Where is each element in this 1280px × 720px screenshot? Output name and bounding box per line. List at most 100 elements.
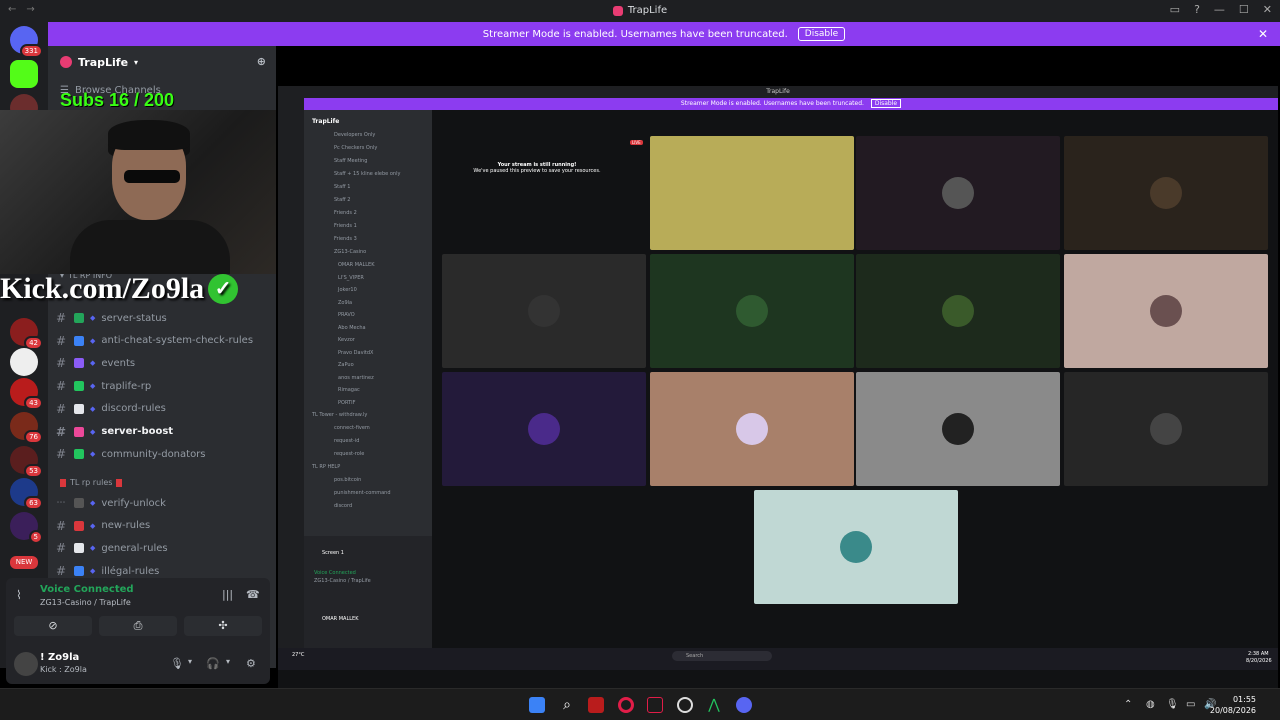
app-icon[interactable]: ⋀ — [706, 697, 722, 713]
diamond-icon: ◆ — [90, 544, 96, 553]
maximize-button[interactable]: ☐ — [1239, 3, 1249, 16]
sunglasses — [124, 170, 180, 183]
close-window-button[interactable]: ✕ — [1263, 3, 1272, 16]
headphones-icon[interactable]: 🎧 — [206, 657, 220, 670]
webcam-person-hair — [108, 120, 190, 150]
hash-icon: # — [55, 379, 67, 394]
mic-icon[interactable]: 🎙 — [170, 657, 184, 670]
network-icon[interactable]: ▭ — [1186, 699, 1195, 710]
channel-item[interactable]: # ◆ general-rules — [54, 538, 270, 558]
rules-emoji-icon — [116, 478, 123, 487]
discord-taskbar-icon[interactable] — [736, 697, 752, 713]
webcam-person-body — [70, 220, 230, 274]
avatar — [942, 177, 974, 209]
channel-emoji-icon — [74, 498, 84, 508]
streamer-mode-banner: Streamer Mode is enabled. Usernames have… — [48, 22, 1280, 46]
stream-preview-area: TrapLife Streamer Mode is enabled. Usern… — [276, 46, 1280, 696]
opera-gx-icon[interactable] — [618, 697, 634, 713]
capture-banner-text: Streamer Mode is enabled. Usernames have… — [680, 100, 864, 107]
channel-label: server-status — [101, 312, 167, 324]
avatar — [942, 413, 974, 445]
capture-voice-panel: Screen 1 Voice Connected ZG13-Casino / T… — [304, 536, 432, 648]
capture-channel-item: Friends 2 — [334, 210, 357, 216]
avatar — [1150, 177, 1182, 209]
camera-off-button[interactable]: ⊘ — [14, 616, 92, 636]
close-banner-icon[interactable]: ✕ — [1258, 27, 1268, 41]
channel-item[interactable]: # ◆ traplife-rp — [54, 376, 270, 396]
inbox-icon[interactable]: ▭ — [1170, 3, 1180, 16]
start-button-icon[interactable] — [529, 697, 545, 713]
channel-item[interactable]: # ◆ server-boost — [54, 422, 270, 442]
server-icon[interactable]: 5 — [10, 512, 43, 544]
signal-icon[interactable]: ⌇ — [16, 588, 32, 604]
server-icon[interactable]: 43 — [10, 378, 43, 410]
hash-icon: # — [55, 311, 67, 325]
video-tile — [856, 136, 1060, 250]
voice-connected-status[interactable]: Voice Connected — [40, 584, 134, 595]
verified-check-icon: ✓ — [208, 274, 239, 304]
capture-member-item: Joker10 — [338, 287, 357, 293]
unread-badge: 63 — [24, 496, 43, 510]
capture-member-item: Rimagac — [338, 387, 360, 393]
noise-suppression-icon[interactable]: ||| — [222, 588, 233, 601]
avatar — [528, 295, 560, 327]
avatar — [736, 295, 768, 327]
category-tl-rp-rules[interactable]: TL rp rules — [60, 478, 123, 487]
minimize-button[interactable]: — — [1214, 3, 1225, 16]
capture-server-name: TrapLife — [312, 118, 340, 125]
channel-item[interactable]: # ◆ new-rules — [54, 516, 270, 536]
avatar — [1150, 295, 1182, 327]
app-icon[interactable] — [647, 697, 663, 713]
screen-share-button[interactable]: ⎙ — [99, 616, 177, 636]
voicemeeter-icon[interactable] — [588, 697, 604, 713]
category-label: TL rp rules — [70, 478, 113, 487]
invite-people-icon[interactable]: ⊕ — [257, 55, 266, 68]
server-icon[interactable]: 42 — [10, 318, 43, 350]
video-tile — [856, 372, 1060, 486]
tray-chevron-icon[interactable]: ⌃ — [1124, 699, 1132, 710]
channel-item[interactable]: # ◆ events — [54, 353, 270, 373]
avatar — [528, 413, 560, 445]
link-icon: ⋯ — [56, 498, 66, 508]
avatar[interactable] — [14, 652, 38, 676]
channel-item[interactable]: ⋯ ◆ verify-unlock — [54, 493, 270, 513]
video-tile — [1064, 136, 1268, 250]
capture-member-item: OMAR MALLEK — [338, 262, 375, 268]
channel-item[interactable]: # ◆ discord-rules — [54, 399, 270, 419]
kick-server-icon[interactable] — [10, 60, 38, 88]
system-clock[interactable]: 01:55 20/08/2026 — [1210, 694, 1256, 716]
hash-icon: # — [55, 564, 67, 579]
kick-url-overlay: Kick.com/Zo9la ✓ — [0, 272, 239, 306]
new-badge: NEW — [10, 556, 38, 569]
tray-app-icon[interactable]: ◍ — [1146, 699, 1155, 710]
hash-icon: # — [55, 356, 67, 371]
disable-streamer-mode-button[interactable]: Disable — [797, 27, 846, 41]
help-icon[interactable]: ? — [1194, 3, 1200, 16]
server-icon[interactable]: 63 — [10, 478, 43, 510]
channel-item[interactable]: # ◆ community-donators — [54, 444, 270, 464]
capture-username: OMAR MALLEK — [322, 616, 359, 622]
chevron-down-icon[interactable]: ▾ — [188, 657, 192, 666]
activities-button[interactable]: ✣ — [184, 616, 262, 636]
capture-channel-item: Developers Only — [334, 132, 376, 138]
channel-item[interactable]: # ◆ server-status — [54, 308, 270, 328]
server-avatar-icon — [60, 56, 72, 68]
avatar — [736, 413, 768, 445]
mic-icon[interactable]: 🎙 — [1166, 699, 1179, 710]
username[interactable]: ! Zo9la — [40, 652, 79, 663]
disconnect-icon[interactable]: ☎ — [246, 588, 260, 601]
server-header[interactable]: TrapLife ▾ ⊕ — [48, 46, 276, 78]
chevron-down-icon[interactable]: ▾ — [226, 657, 230, 666]
discord-home-icon[interactable]: 331 — [10, 26, 43, 58]
search-icon[interactable]: ⌕ — [559, 697, 575, 713]
app-icon[interactable] — [677, 697, 693, 713]
channel-item[interactable]: # ◆ anti-cheat-system-check-rules — [54, 331, 270, 351]
server-icon[interactable]: 53 — [10, 446, 43, 478]
kick-url-text: Kick.com/Zo9la — [0, 272, 205, 305]
server-icon[interactable]: 76 — [10, 412, 43, 444]
channel-emoji-icon — [74, 358, 84, 369]
capture-server-rail — [278, 98, 304, 648]
voice-channel-name[interactable]: ZG13-Casino / TrapLife — [40, 598, 131, 607]
traplife-server-icon[interactable] — [10, 348, 38, 376]
settings-gear-icon[interactable]: ⚙ — [246, 657, 256, 670]
